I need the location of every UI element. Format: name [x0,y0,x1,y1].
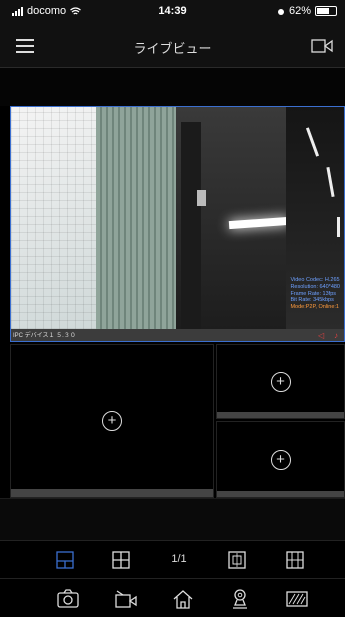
video-cell-4[interactable]: + [216,421,345,498]
ptz-icon[interactable] [229,589,251,609]
channel-label: IPC デバイス１ ５.３０ [13,333,76,339]
video-cell-2[interactable]: + [10,344,214,498]
osd-bit-rate: Bit Rate: 345kbps [290,297,334,304]
bottom-toolbar [0,578,345,617]
video-camera-icon[interactable] [311,38,333,54]
cell-status-bar: IPC デバイス１ ５.３０ ◁ ♪ [11,329,344,341]
stream-info-overlay: Video Codec: H.265 Resolution: 640*480 F… [290,277,340,311]
feed-pillar [181,122,201,329]
osd-resolution: Resolution: 640*480 [290,283,340,290]
video-cell-1[interactable]: Video Codec: H.265 Resolution: 640*480 F… [10,106,345,342]
live-view-area: Video Codec: H.265 Resolution: 640*480 F… [0,68,345,540]
battery-group: 62% [277,5,337,17]
battery-icon [315,6,337,16]
camera-feed[interactable]: Video Codec: H.265 Resolution: 640*480 F… [11,107,344,329]
home-icon[interactable] [172,589,194,609]
prev-page-icon[interactable] [228,551,246,569]
video-cell-3[interactable]: + [216,344,345,419]
add-camera-icon[interactable]: + [102,411,122,431]
add-camera-icon[interactable]: + [270,449,291,470]
battery-percent: 62% [288,5,311,17]
nav-bar: ライブビュー [0,22,345,68]
cell-status-bar [11,489,213,497]
cell-status-bar [217,491,344,497]
top-padding [0,68,345,106]
page-indicator: 1/1 [171,553,187,565]
status-bar: docomo 14:39 62% [0,0,345,22]
stream-quality-icon[interactable] [286,589,308,609]
feed-switch [197,190,206,206]
next-page-icon[interactable] [286,551,304,569]
snapshot-camera-icon[interactable] [57,589,79,609]
record-video-icon[interactable] [115,589,137,609]
osd-mode: Mode:P2P, Online:1 [290,304,339,311]
quad-view-icon[interactable] [112,551,130,569]
cell-status-bar [217,412,344,418]
osd-codec: Video Codec: H.265 [290,277,340,283]
feed-window-grid [11,107,96,329]
alarm-icon [277,8,284,15]
osd-frame-rate: Frame Rate: 13fps [290,290,336,297]
single-view-icon[interactable] [56,551,74,569]
bottom-padding [0,498,345,540]
feed-blinds [96,107,176,329]
feed-tube [337,217,340,237]
add-camera-icon[interactable]: + [270,371,291,392]
page-title: ライブビュー [133,41,212,56]
layout-bar: 1/1 [0,540,345,578]
speaker-icon[interactable]: ◁ [318,331,326,340]
microphone-icon[interactable]: ♪ [334,331,342,340]
